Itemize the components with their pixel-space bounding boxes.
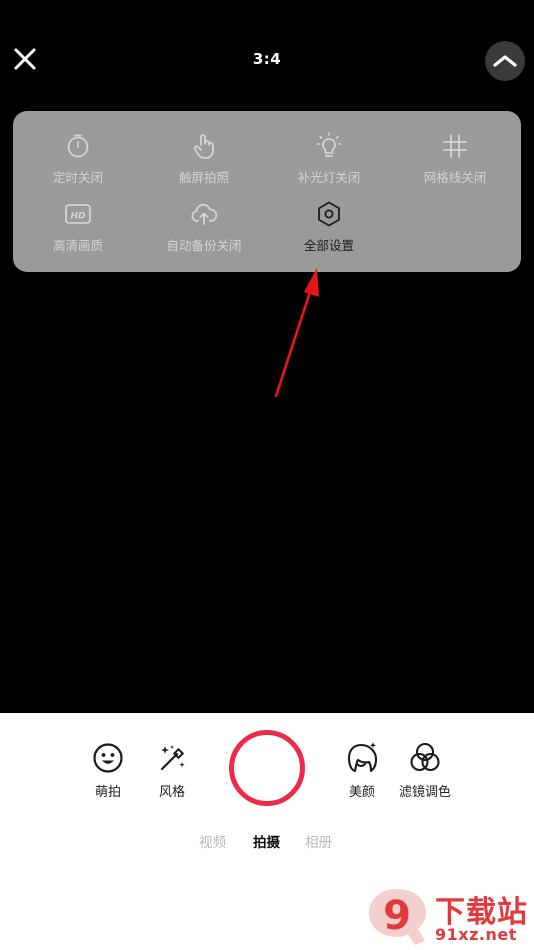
cute-shot-label: 萌拍 <box>94 785 121 800</box>
camera-controls: 萌拍 风格 美颜 滤镜调色 视频 拍摄 相册 9 下载站 91xz.net <box>0 713 534 950</box>
site-watermark: 9 下载站 91xz.net <box>363 885 531 947</box>
magic-wand-icon <box>155 741 189 775</box>
mode-photo[interactable]: 拍摄 <box>253 831 280 851</box>
watermark-url: 91xz.net <box>435 925 517 944</box>
beauty-face-icon <box>345 741 379 775</box>
beauty-label: 美颜 <box>348 785 375 800</box>
style-label: 风格 <box>158 785 185 800</box>
mode-switcher: 视频 拍摄 相册 <box>0 831 534 851</box>
shutter-button[interactable] <box>229 730 305 806</box>
cute-shot-button[interactable]: 萌拍 <box>91 741 125 800</box>
mode-album[interactable]: 相册 <box>305 831 332 851</box>
beauty-button[interactable]: 美颜 <box>345 741 379 800</box>
watermark-logo: 9 <box>369 889 426 945</box>
mode-video[interactable]: 视频 <box>199 831 226 851</box>
filter-button[interactable]: 滤镜调色 <box>399 741 451 800</box>
style-button[interactable]: 风格 <box>155 741 189 800</box>
filter-circles-icon <box>408 741 442 775</box>
filter-label: 滤镜调色 <box>399 785 452 800</box>
smiley-icon <box>91 741 125 775</box>
watermark-logo-text: 9 <box>383 893 411 939</box>
